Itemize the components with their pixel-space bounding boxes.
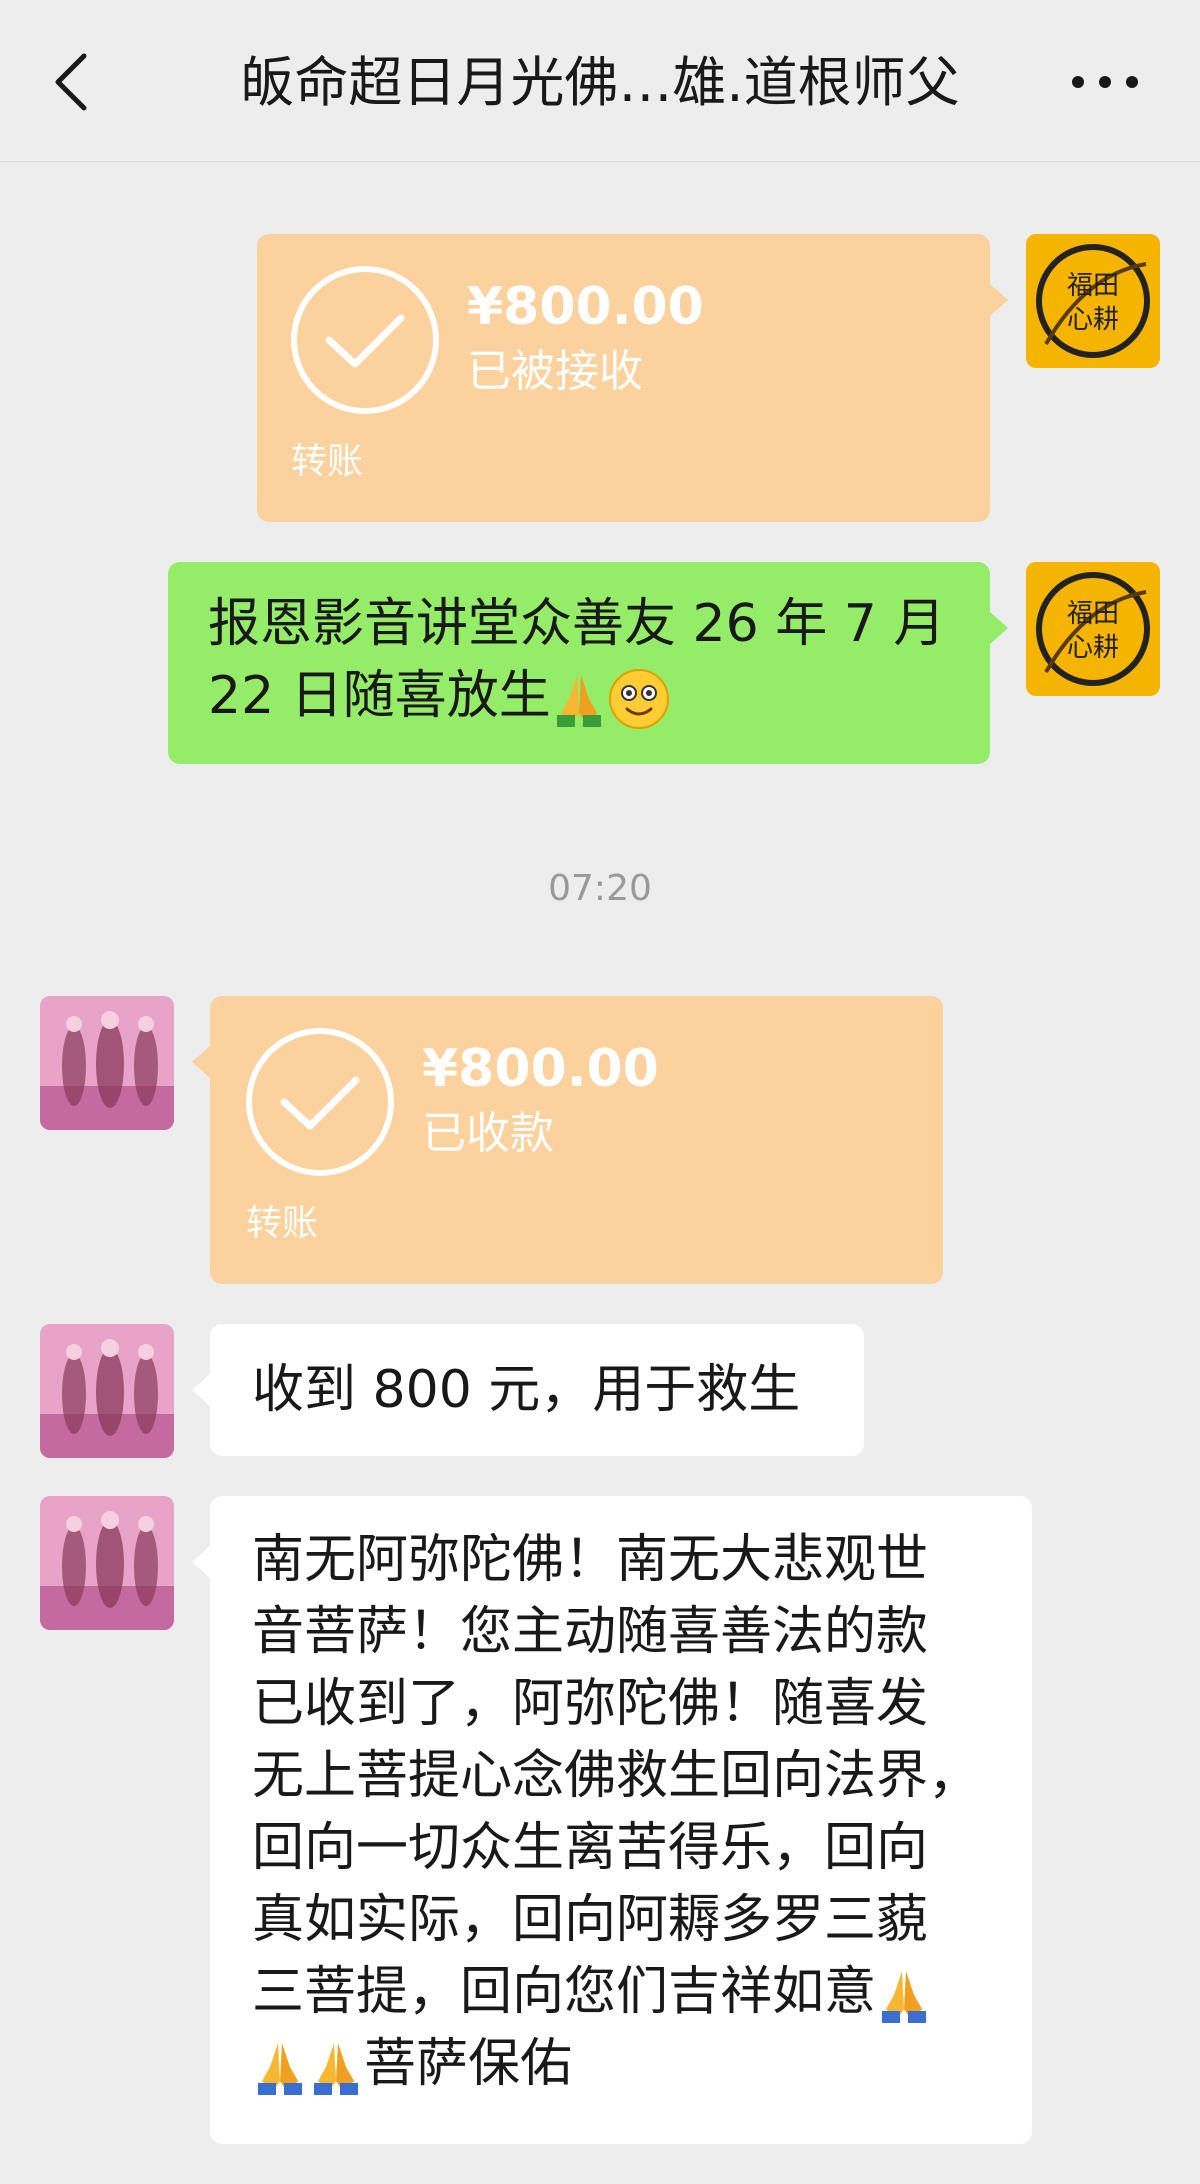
message-line: 南无阿弥陀佛！南无大悲观世 [252,1530,929,1590]
smiling-face-icon [608,669,669,729]
message-text: 收到 800 元，用于救生 [252,1360,801,1420]
chat-title: 皈命超日月光佛…雄.道根师父 [240,51,960,114]
transfer-label: 转账 [291,441,364,482]
svg-text:心耕: 心耕 [1067,633,1119,663]
folded-hands-icon [556,675,601,727]
chat-header: 皈命超日月光佛…雄.道根师父 [0,0,1200,162]
chevron-left-icon[interactable] [52,52,92,112]
contact-avatar[interactable] [40,996,174,1130]
message-text: 三菩提，回向您们吉祥如意 [252,1962,877,2022]
contact-avatar[interactable] [40,1496,174,1630]
message-line: 无上菩提心念佛救生回向法界， [252,1746,981,1806]
message-line: 22 日随喜放生 [208,660,950,732]
check-circle-icon [246,1028,394,1176]
self-avatar[interactable]: 福田 心耕 [1026,562,1160,696]
check-circle-icon [291,266,439,414]
sent-transfer-card[interactable]: ¥800.00 已被接收 转账 [257,234,990,522]
contact-avatar[interactable] [40,1324,174,1458]
transfer-status: 已收款 [422,1108,554,1159]
received-transfer-card[interactable]: ¥800.00 已收款 转账 [210,996,943,1284]
message-line: 回向一切众生离苦得乐，回向 [252,1818,929,1878]
bubble-tail [990,612,1008,644]
message-line: 真如实际，回向阿耨多罗三藐 [252,1890,929,1950]
message-line: 三菩提，回向您们吉祥如意 [252,1956,990,2028]
transfer-status: 已被接收 [467,346,643,397]
transfer-label: 转账 [246,1203,319,1244]
transfer-amount: ¥800.00 [422,1039,659,1099]
message-line: 菩萨保佑 [252,2028,990,2100]
message-line: 已收到了，阿弥陀佛！随喜发 [252,1674,929,1734]
svg-text:心耕: 心耕 [1067,305,1119,335]
folded-hands-icon [882,1971,927,2023]
message-timestamp: 07:20 [548,868,652,909]
received-long-message[interactable]: 南无阿弥陀佛！南无大悲观世 音菩萨！您主动随喜善法的款 已收到了，阿弥陀佛！随喜… [210,1496,1032,2144]
bubble-tail [192,1374,210,1406]
message-text: 菩萨保佑 [364,2034,573,2094]
received-text-message[interactable]: 收到 800 元，用于救生 [210,1324,864,1456]
svg-text:福田: 福田 [1067,599,1119,629]
sent-text-message[interactable]: 报恩影音讲堂众善友 26 年 7 月 22 日随喜放生 [168,562,990,764]
bubble-tail [192,1046,210,1078]
bubble-tail [192,1546,210,1578]
self-avatar[interactable]: 福田 心耕 [1026,234,1160,368]
message-line: 音菩萨！您主动随喜善法的款 [252,1602,929,1662]
svg-text:福田: 福田 [1067,271,1119,301]
folded-hands-icon [258,2043,302,2095]
message-text: 22 日随喜放生 [208,666,551,726]
folded-hands-icon [314,2043,358,2095]
bubble-tail [990,284,1008,316]
transfer-amount: ¥800.00 [467,277,704,337]
message-line: 报恩影音讲堂众善友 26 年 7 月 [208,594,946,654]
more-dots-icon[interactable] [1070,72,1140,92]
